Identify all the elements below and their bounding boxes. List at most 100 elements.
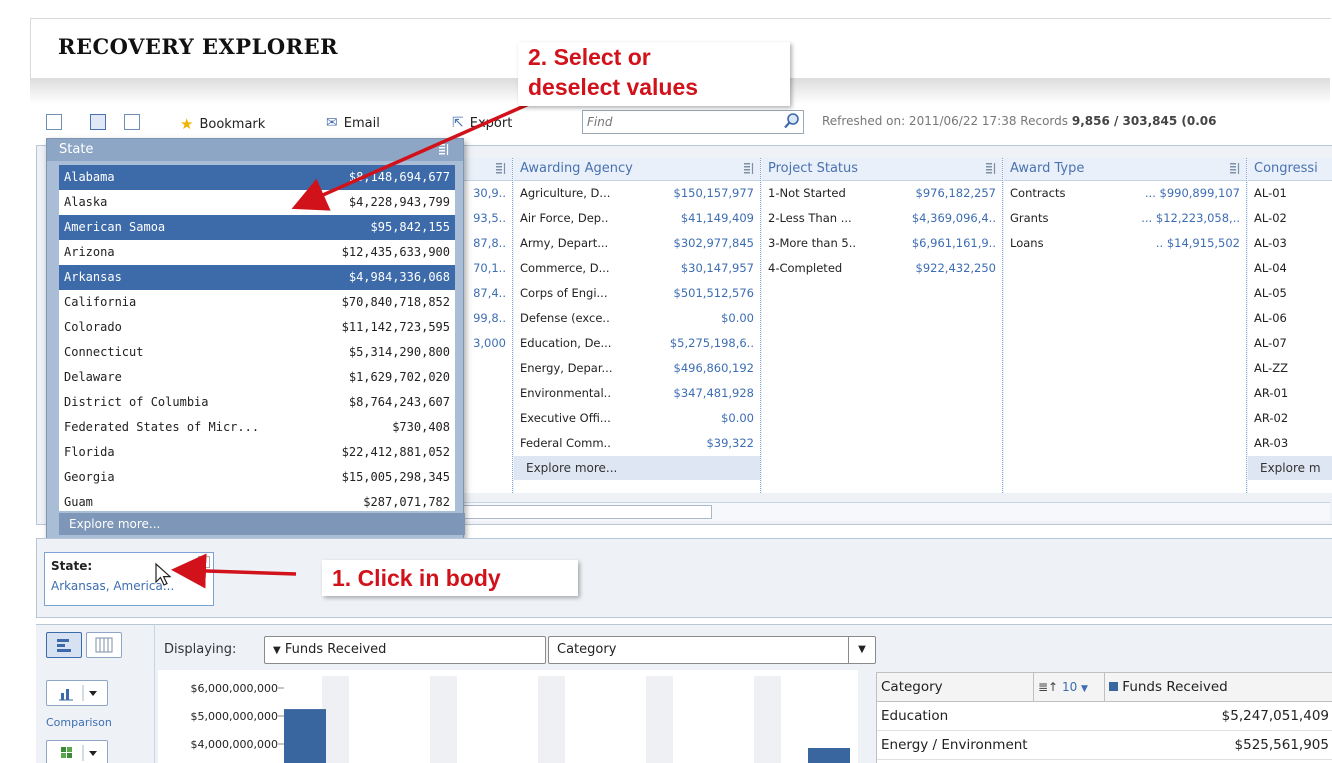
status-item[interactable]: 4-Completed $922,432,250 (762, 256, 1002, 281)
district-item[interactable]: AL-01 (1248, 181, 1332, 206)
item-value: $30,147,957 (680, 261, 754, 275)
explore-more-agency[interactable]: Explore more... (514, 456, 760, 480)
state-list-item[interactable]: Delaware $1,629,702,020 (59, 365, 455, 390)
state-list-item[interactable]: Georgia $15,005,298,345 (59, 465, 455, 490)
agency-item[interactable]: Agriculture, D... $150,157,977 (514, 181, 760, 206)
state-list-item[interactable]: Federated States of Micr... $730,408 (59, 415, 455, 440)
status-item[interactable]: 3-More than 5.. $6,961,161,9.. (762, 231, 1002, 256)
status-item[interactable]: 1-Not Started $976,182,257 (762, 181, 1002, 206)
explore-more-state[interactable]: Explore more... (59, 513, 465, 535)
column-header-measure[interactable]: Funds Received (1105, 673, 1323, 701)
state-list-item[interactable]: California $70,840,718,852 (59, 290, 455, 315)
sort-icon[interactable] (744, 162, 754, 175)
state-facet-header[interactable]: State (47, 139, 463, 161)
export-icon: ⇱ (452, 115, 464, 131)
column-header-category[interactable]: Category (877, 673, 1034, 701)
item-label: Energy, Depar... (520, 361, 613, 375)
dimension-dropdown[interactable]: Category ▼ (548, 636, 876, 664)
bar-view-button[interactable] (46, 632, 82, 658)
table-row[interactable]: Energy / Environment $525,561,905 (877, 731, 1332, 760)
agency-item[interactable]: Energy, Depar... $496,860,192 (514, 356, 760, 381)
search-icon[interactable] (783, 112, 801, 130)
agency-item[interactable]: Federal Comm.. $39,322 (514, 431, 760, 456)
status-item[interactable]: 2-Less Than ... $4,369,096,4.. (762, 206, 1002, 231)
table-row[interactable]: Education $5,247,051,409 (877, 702, 1332, 731)
item-label: AL-06 (1254, 311, 1287, 325)
state-list-item[interactable]: American Samoa $95,842,155 (59, 215, 455, 240)
top-count-selector[interactable]: ≣↑ 10 ▼ (1034, 673, 1105, 701)
chart-type-button[interactable] (46, 740, 108, 763)
item-label: Connecticut (64, 345, 144, 359)
horizontal-scrollbar[interactable] (460, 502, 1330, 521)
district-item[interactable]: AL-05 (1248, 281, 1332, 306)
item-value: $22,412,881,052 (341, 445, 450, 459)
sort-icon[interactable] (439, 143, 449, 156)
agency-item[interactable]: Executive Offi... $0.00 (514, 406, 760, 431)
displaying-label: Displaying: (164, 642, 237, 657)
layout-split-icon[interactable] (90, 114, 106, 130)
export-button[interactable]: ⇱ Export (452, 115, 512, 131)
layout-rows-icon[interactable] (124, 114, 140, 130)
state-list-item[interactable]: Arkansas $4,984,336,068 (59, 265, 455, 290)
agency-item[interactable]: Army, Depart... $302,977,845 (514, 231, 760, 256)
district-item[interactable]: AL-06 (1248, 306, 1332, 331)
item-value: $8,148,694,677 (348, 170, 450, 184)
bookmark-button[interactable]: ★ Bookmark (180, 115, 265, 133)
selection-card-state[interactable]: State: Arkansas, America... ✕ (44, 552, 214, 606)
item-label: Delaware (64, 370, 122, 384)
explore-more-congressional[interactable]: Explore m (1248, 456, 1332, 480)
scrollbar-thumb[interactable] (460, 505, 712, 519)
item-value: $39,322 (706, 436, 754, 450)
agency-item[interactable]: Education, De... $5,275,198,6.. (514, 331, 760, 356)
agency-item[interactable]: Air Force, Dep.. $41,149,409 (514, 206, 760, 231)
facet-header-congressional[interactable]: Congressi (1248, 158, 1332, 181)
district-item[interactable]: AL-ZZ (1248, 356, 1332, 381)
agency-item[interactable]: Corps of Engi... $501,512,576 (514, 281, 760, 306)
sort-icon[interactable] (1230, 162, 1240, 175)
agency-item[interactable]: Environmental.. $347,481,928 (514, 381, 760, 406)
sort-icon[interactable] (986, 162, 996, 175)
facet-header-awarding-agency[interactable]: Awarding Agency (514, 158, 760, 181)
email-button[interactable]: ✉ Email (326, 115, 380, 131)
measure-dropdown[interactable]: ▼ Funds Received (264, 636, 546, 664)
award-type-item[interactable]: Contracts ... $990,899,107 (1004, 181, 1246, 206)
item-label: Army, Depart... (520, 236, 609, 250)
state-list-item[interactable]: Connecticut $5,314,290,800 (59, 340, 455, 365)
state-list-item[interactable]: Alaska $4,228,943,799 (59, 190, 455, 215)
district-item[interactable]: AL-02 (1248, 206, 1332, 231)
sort-desc-icon[interactable] (496, 162, 506, 175)
chevron-down-icon[interactable]: ▼ (848, 637, 875, 663)
item-value: $70,840,718,852 (341, 295, 450, 309)
layout-single-icon[interactable] (46, 114, 62, 130)
agency-item[interactable]: Defense (exce.. $0.00 (514, 306, 760, 331)
search-input[interactable] (583, 111, 779, 133)
table-view-button[interactable] (86, 632, 122, 658)
plot-band (430, 676, 457, 763)
close-icon[interactable]: ✕ (198, 556, 210, 568)
district-item[interactable]: AL-04 (1248, 256, 1332, 281)
item-label: District of Columbia (64, 395, 209, 409)
award-type-item[interactable]: Loans .. $14,915,502 (1004, 231, 1246, 256)
district-item[interactable]: AR-02 (1248, 406, 1332, 431)
district-item[interactable]: AL-07 (1248, 331, 1332, 356)
state-list-item[interactable]: Colorado $11,142,723,595 (59, 315, 455, 340)
agency-item[interactable]: Commerce, D... $30,147,957 (514, 256, 760, 281)
facet-congressional: Congressi AL-01 AL-02 AL-03 AL-04 AL-05 AL-06… (1248, 158, 1332, 493)
state-list-item[interactable]: Arizona $12,435,633,900 (59, 240, 455, 265)
state-list-item[interactable]: Guam $287,071,782 (59, 490, 455, 511)
state-list-item[interactable]: Florida $22,412,881,052 (59, 440, 455, 465)
district-item[interactable]: AL-03 (1248, 231, 1332, 256)
sort-icon[interactable]: ≣↑ (1038, 680, 1058, 694)
district-item[interactable]: AR-01 (1248, 381, 1332, 406)
item-label: Loans (1010, 236, 1044, 250)
facet-header-award-type[interactable]: Award Type (1004, 158, 1246, 181)
state-list-item[interactable]: District of Columbia $8,764,243,607 (59, 390, 455, 415)
comparison-chart-button[interactable] (46, 680, 108, 706)
item-value: $287,071,782 (363, 495, 450, 509)
state-list-item[interactable]: Alabama $8,148,694,677 (59, 165, 455, 190)
district-item[interactable]: AR-03 (1248, 431, 1332, 456)
item-label: American Samoa (64, 220, 166, 234)
selection-value[interactable]: Arkansas, America... (45, 573, 213, 593)
facet-header-project-status[interactable]: Project Status (762, 158, 1002, 181)
award-type-item[interactable]: Grants ... $12,223,058,.. (1004, 206, 1246, 231)
